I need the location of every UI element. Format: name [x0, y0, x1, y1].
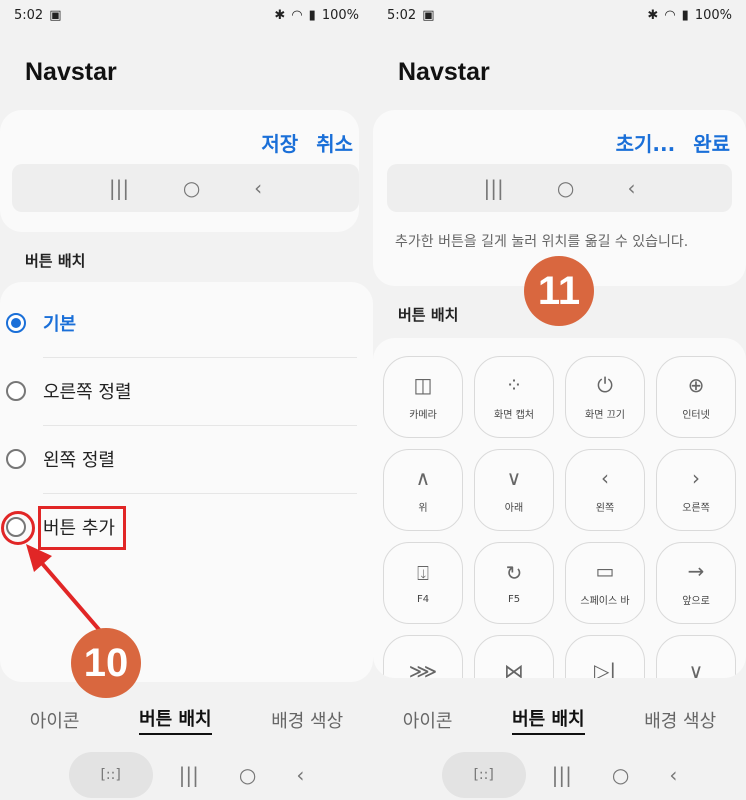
- wave-icon: ⋙: [408, 659, 438, 678]
- add-button[interactable]: ⋈: [474, 635, 554, 678]
- option-label: 기본: [43, 314, 77, 335]
- tab-icon[interactable]: 아이콘: [403, 707, 453, 733]
- section-label: 버튼 배치: [25, 252, 86, 270]
- reset-button[interactable]: 초기...: [616, 128, 676, 157]
- option-align-right[interactable]: 오른쪽 정렬: [0, 357, 373, 425]
- bluetooth-icon: ✱: [274, 7, 286, 23]
- power-icon: ⏻: [597, 372, 613, 397]
- add-camera-button[interactable]: ◫ 카메라: [383, 356, 463, 438]
- recent-apps-icon[interactable]: |||: [552, 763, 572, 787]
- tab-background-color[interactable]: 배경 색상: [644, 707, 716, 733]
- save-button[interactable]: 저장: [261, 128, 298, 157]
- add-right-button[interactable]: › 오른쪽: [656, 449, 736, 531]
- tab-button-layout[interactable]: 버튼 배치: [139, 705, 212, 735]
- status-bar: 5:02 ▣ ✱ ◠ ▮ 100%: [387, 6, 732, 24]
- section-label: 버튼 배치: [398, 306, 459, 324]
- done-button[interactable]: 완료: [693, 128, 730, 157]
- add-button[interactable]: ⋙: [383, 635, 463, 678]
- chevron-up-icon: ∧: [415, 465, 431, 490]
- wifi-icon: ◠: [291, 7, 303, 23]
- option-label: 왼쪽 정렬: [43, 450, 115, 471]
- option-label: 오른쪽 정렬: [43, 382, 132, 403]
- radio-button[interactable]: [6, 449, 26, 469]
- clock: 5:02: [387, 7, 417, 23]
- gallery-icon: ▣: [422, 7, 435, 23]
- back-icon: ‹: [627, 176, 636, 200]
- nav-bar-preview: ||| ○ ‹: [12, 164, 359, 212]
- add-f4-button[interactable]: ⍗ F4: [383, 542, 463, 624]
- option-align-left[interactable]: 왼쪽 정렬: [0, 425, 373, 493]
- left-screen: 5:02 ▣ ✱ ◠ ▮ 100% Navstar 저장 취소 ||| ○ ‹ 버튼 배…: [0, 0, 373, 800]
- tab-background-color[interactable]: 배경 색상: [271, 707, 343, 733]
- play-pause-icon: ▷|: [593, 659, 617, 678]
- home-icon: ○: [556, 176, 575, 200]
- preview-card: 저장 취소 ||| ○ ‹: [0, 110, 359, 232]
- radio-button[interactable]: [6, 381, 26, 401]
- signal-icon: ▮: [308, 7, 316, 23]
- add-left-button[interactable]: ‹ 왼쪽: [565, 449, 645, 531]
- button-grid: ◫ 카메라 ⁘ 화면 캡처 ⏻ 화면 끄기 ⊕ 인터넷 ∧ 위 ∨ 아래 ‹ 왼쪽 › 오른쪽 …: [383, 356, 739, 678]
- tab-button-layout[interactable]: 버튼 배치: [512, 705, 585, 735]
- battery-level: 100%: [321, 7, 359, 23]
- option-default[interactable]: 기본: [0, 289, 373, 357]
- signal-icon: ▮: [681, 7, 689, 23]
- recent-apps-icon[interactable]: |||: [179, 763, 199, 787]
- add-internet-button[interactable]: ⊕ 인터넷: [656, 356, 736, 438]
- bottom-tabs: 아이콘 버튼 배치 배경 색상: [373, 700, 746, 740]
- app-title: Navstar: [398, 58, 490, 86]
- info-text: 추가한 버튼을 길게 눌러 위치를 옮길 수 있습니다.: [395, 234, 689, 250]
- screen-capture-icon[interactable]: [::]: [441, 752, 526, 798]
- download-box-icon: ⍗: [417, 560, 429, 585]
- screen-capture-icon[interactable]: [::]: [68, 752, 153, 798]
- system-nav-bar: [::] ||| ○ ‹: [373, 750, 746, 800]
- add-forward-button[interactable]: → 앞으로: [656, 542, 736, 624]
- add-spacebar-button[interactable]: ▭ 스페이스 바: [565, 542, 645, 624]
- system-nav-bar: [::] ||| ○ ‹: [0, 750, 373, 800]
- recent-apps-icon: |||: [108, 176, 130, 200]
- chevron-left-icon: ‹: [601, 465, 609, 490]
- button-grid-card: ◫ 카메라 ⁘ 화면 캡처 ⏻ 화면 끄기 ⊕ 인터넷 ∧ 위 ∨ 아래 ‹ 왼쪽 › 오른쪽 …: [373, 338, 746, 678]
- wifi-icon: ◠: [664, 7, 676, 23]
- add-down-button[interactable]: ∨ 아래: [474, 449, 554, 531]
- screen-capture-icon: ⁘: [505, 372, 523, 397]
- home-icon[interactable]: ○: [612, 763, 629, 787]
- add-screen-off-button[interactable]: ⏻ 화면 끄기: [565, 356, 645, 438]
- arrow-right-icon: →: [687, 558, 705, 583]
- globe-icon: ⊕: [687, 372, 705, 397]
- app-title: Navstar: [25, 58, 117, 86]
- chevron-right-icon: ›: [692, 465, 700, 490]
- step-badge: 10: [71, 628, 141, 698]
- status-bar: 5:02 ▣ ✱ ◠ ▮ 100%: [14, 6, 359, 24]
- home-icon: ○: [182, 176, 201, 200]
- shuffle-icon: ⋈: [504, 659, 524, 678]
- home-icon[interactable]: ○: [239, 763, 256, 787]
- back-icon: ‹: [254, 176, 263, 200]
- nav-bar-preview: ||| ○ ‹: [387, 164, 732, 212]
- add-up-button[interactable]: ∧ 위: [383, 449, 463, 531]
- tab-icon[interactable]: 아이콘: [30, 707, 80, 733]
- bluetooth-icon: ✱: [647, 7, 659, 23]
- chevron-down-icon: ∨: [688, 659, 704, 678]
- refresh-icon: ↻: [505, 560, 523, 585]
- gallery-icon: ▣: [49, 7, 62, 23]
- add-button[interactable]: ▷|: [565, 635, 645, 678]
- add-screen-capture-button[interactable]: ⁘ 화면 캡처: [474, 356, 554, 438]
- add-button[interactable]: ∨: [656, 635, 736, 678]
- back-icon[interactable]: ‹: [669, 763, 677, 787]
- add-f5-button[interactable]: ↻ F5: [474, 542, 554, 624]
- bottom-tabs: 아이콘 버튼 배치 배경 색상: [0, 700, 373, 740]
- camera-icon: ◫: [413, 372, 433, 397]
- recent-apps-icon: |||: [483, 176, 504, 200]
- chevron-down-icon: ∨: [506, 465, 522, 490]
- battery-level: 100%: [694, 7, 732, 23]
- cancel-button[interactable]: 취소: [316, 128, 353, 157]
- back-icon[interactable]: ‹: [296, 763, 304, 787]
- right-screen: 5:02 ▣ ✱ ◠ ▮ 100% Navstar 초기... 완료 ||| ○ ‹ 추…: [373, 0, 746, 800]
- spacebar-icon: ▭: [595, 558, 615, 583]
- clock: 5:02: [14, 7, 44, 23]
- radio-button[interactable]: [6, 313, 26, 333]
- step-badge: 11: [524, 256, 594, 326]
